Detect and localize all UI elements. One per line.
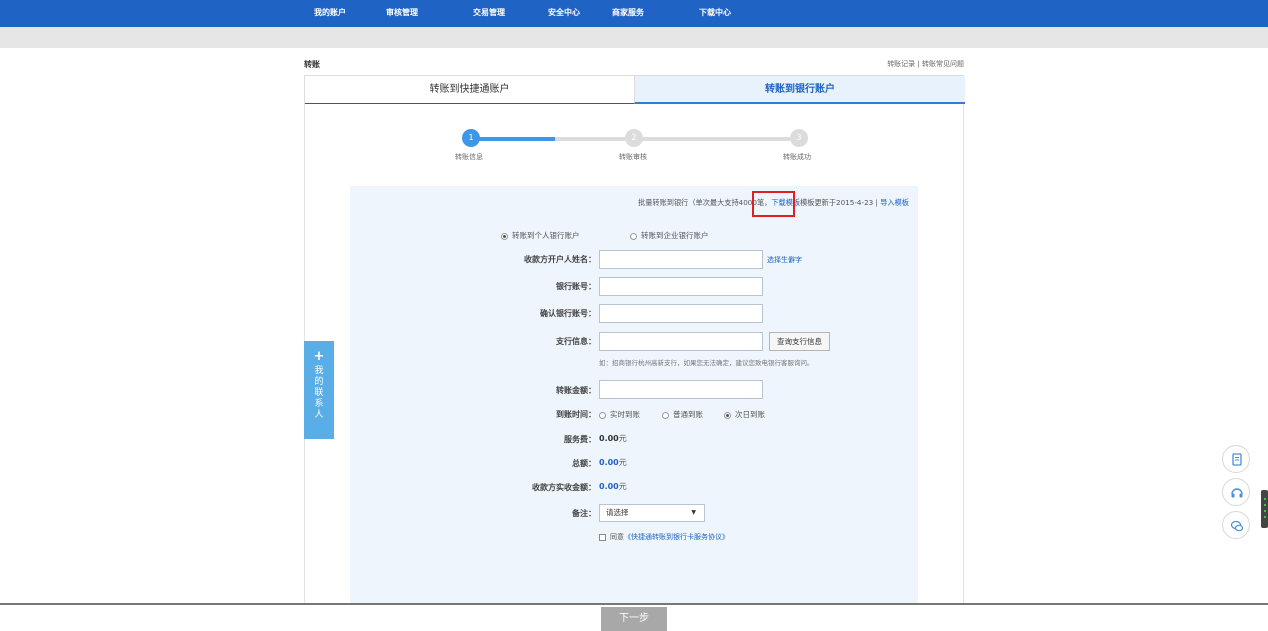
bank-account-input[interactable] (599, 277, 763, 296)
radio-personal-account[interactable]: 转账到个人银行账户 (501, 230, 580, 241)
template-updated-text: 模板更新于2015-4-23 | (800, 198, 881, 207)
radio-normal-label: 普通到账 (673, 410, 703, 419)
page-links: 转账记录 | 转账常见问题 (887, 59, 964, 69)
radio-personal-label: 转账到个人银行账户 (512, 231, 580, 240)
confirm-account-label: 确认银行账号： (540, 309, 596, 318)
step-2-label: 转账审核 (619, 153, 647, 161)
chat-float-button[interactable] (1222, 511, 1250, 539)
remark-select[interactable]: 请选择 ▼ (599, 504, 705, 522)
service-fee-value: 0.00元 (599, 434, 627, 443)
radio-realtime[interactable]: 实时到账 (599, 409, 640, 420)
remark-row: 备注： 请选择 ▼ (350, 504, 918, 524)
side-widget-grip[interactable] (1261, 490, 1268, 528)
transfer-tabs: 转账到快捷通账户 转账到银行账户 (304, 75, 965, 104)
step-line-pending (555, 137, 625, 141)
next-step-button[interactable]: 下一步 (601, 607, 667, 631)
nav-transaction-management[interactable]: 交易管理 (473, 7, 505, 18)
step-3-label: 转账成功 (783, 153, 811, 161)
radio-personal-indicator (501, 232, 508, 240)
query-branch-button[interactable]: 查询支行信息 (769, 332, 830, 351)
nav-merchant-services[interactable]: 商家服务 (612, 7, 644, 18)
notes-float-button[interactable] (1222, 445, 1250, 473)
highlight-box (752, 191, 795, 217)
nav-my-account[interactable]: 我的账户 (314, 7, 346, 18)
payee-name-label: 收款方开户人姓名： (524, 255, 596, 264)
headset-icon (1231, 488, 1243, 498)
support-float-button[interactable] (1222, 478, 1250, 506)
tab-transfer-to-bank[interactable]: 转账到银行账户 (634, 76, 965, 104)
step-line-pending-2 (642, 137, 790, 141)
my-contacts-tab[interactable]: + 我的联系人 (304, 341, 334, 439)
agree-checkbox[interactable] (599, 533, 606, 541)
transfer-record-link[interactable]: 转账记录 (887, 60, 915, 68)
received-amount-label: 收款方实收金额： (532, 483, 596, 492)
radio-realtime-label: 实时到账 (610, 410, 640, 419)
step-3-circle: 3 (790, 129, 808, 147)
link-separator: | (915, 60, 922, 68)
radio-next-day[interactable]: 次日到账 (724, 409, 765, 420)
agree-line: 同意《快捷通转账到银行卡服务协议》 (599, 532, 729, 542)
agree-row: 同意《快捷通转账到银行卡服务协议》 (350, 529, 918, 549)
chat-icon (1230, 520, 1244, 532)
nav-review-management[interactable]: 审核管理 (386, 7, 418, 18)
received-amount-row: 收款方实收金额： 0.00元 (350, 478, 918, 498)
payee-name-row: 收款方开户人姓名： 选择生僻字 (350, 250, 918, 270)
document-icon (1232, 453, 1242, 466)
bank-account-row: 银行账号： (350, 277, 918, 297)
total-label: 总额： (572, 459, 596, 468)
amount-row: 转账金额： (350, 380, 918, 400)
received-amount-value: 0.00元 (599, 482, 627, 491)
service-fee-label: 服务费： (564, 435, 596, 444)
branch-info-row: 支行信息： 查询支行信息 (350, 332, 918, 352)
remark-label: 备注： (572, 509, 596, 518)
arrival-time-row: 到账时间： 实时到账 普通到账 次日到账 (350, 405, 918, 425)
service-agreement-link[interactable]: 《快捷通转账到银行卡服务协议》 (624, 533, 729, 541)
import-template-link[interactable]: 导入模板 (880, 198, 909, 207)
top-nav-bar: 我的账户 审核管理 交易管理 安全中心 商家服务 下载中心 (0, 0, 1268, 27)
sub-bar (0, 27, 1268, 48)
nav-download-center[interactable]: 下载中心 (699, 7, 731, 18)
transfer-form-panel: 批量转账到银行（单次最大支持4000笔，下载模板模板更新于2015-4-23 |… (350, 186, 918, 631)
total-value: 0.00元 (599, 458, 627, 467)
radio-realtime-indicator (599, 411, 606, 419)
step-1-label: 转账信息 (455, 153, 483, 161)
confirm-account-input[interactable] (599, 304, 763, 323)
transfer-page: 转账 转账记录 | 转账常见问题 转账到快捷通账户 转账到银行账户 1 2 3 … (304, 48, 965, 631)
nav-security-center[interactable]: 安全中心 (548, 7, 580, 18)
rare-character-link[interactable]: 选择生僻字 (767, 255, 802, 265)
branch-hint: 如：招商银行杭州高新支行，如果您无法确定，建议您致电银行客服询问。 (599, 359, 814, 367)
radio-normal-indicator (662, 411, 669, 419)
branch-info-label: 支行信息： (556, 337, 596, 346)
confirm-account-row: 确认银行账号： (350, 304, 918, 324)
bank-account-label: 银行账号： (556, 282, 596, 291)
branch-info-input[interactable] (599, 332, 763, 351)
transfer-faq-link[interactable]: 转账常见问题 (922, 60, 964, 68)
tab-transfer-to-kjt[interactable]: 转账到快捷通账户 (305, 76, 634, 104)
radio-next-day-indicator (724, 411, 731, 419)
total-row: 总额： 0.00元 (350, 454, 918, 474)
chevron-down-icon: ▼ (691, 509, 696, 516)
step-2-circle: 2 (625, 129, 643, 147)
radio-business-label: 转账到企业银行账户 (641, 231, 709, 240)
radio-business-account[interactable]: 转账到企业银行账户 (630, 230, 709, 241)
remark-select-value: 请选择 (606, 508, 629, 517)
amount-input[interactable] (599, 380, 763, 399)
payee-name-input[interactable] (599, 250, 763, 269)
plus-icon: + (313, 349, 325, 364)
service-fee-row: 服务费： 0.00元 (350, 430, 918, 450)
my-contacts-label: 我的联系人 (314, 366, 324, 420)
agree-label: 同意 (610, 533, 624, 541)
account-type-row: 转账到个人银行账户 转账到企业银行账户 (350, 226, 918, 246)
radio-normal[interactable]: 普通到账 (662, 409, 703, 420)
step-1-circle: 1 (462, 129, 480, 147)
radio-next-day-label: 次日到账 (735, 410, 765, 419)
progress-stepper: 1 2 3 转账信息 转账审核 转账成功 (444, 128, 824, 168)
step-line-done (471, 137, 555, 141)
arrival-time-label: 到账时间： (556, 410, 596, 419)
radio-business-indicator (630, 232, 637, 240)
amount-label: 转账金额： (556, 386, 596, 395)
page-title: 转账 (304, 60, 320, 69)
